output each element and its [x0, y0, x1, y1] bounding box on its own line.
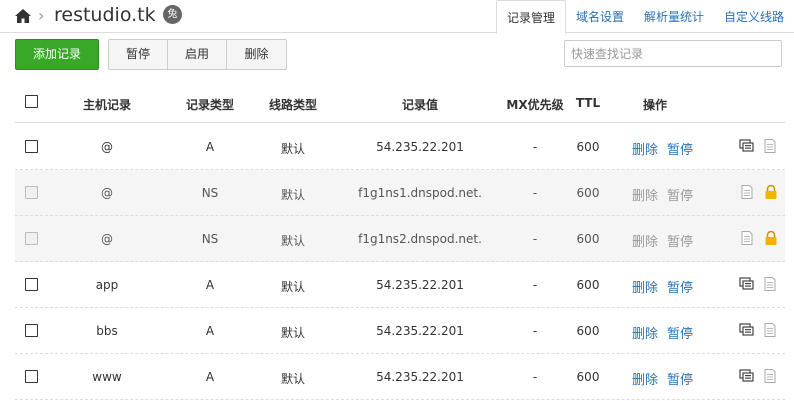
- row-pause-button[interactable]: 暂停: [667, 139, 693, 158]
- row-checkbox[interactable]: [25, 324, 38, 337]
- column-header-mx: MX优先级: [506, 98, 564, 112]
- record-value: f1g1ns1.dnspod.net.: [358, 186, 482, 200]
- row-delete-button[interactable]: 删除: [632, 323, 658, 342]
- record-type: A: [205, 278, 215, 292]
- record-mx: -: [532, 232, 538, 246]
- record-host: @: [101, 140, 113, 154]
- tab-resolution-stats[interactable]: 解析量统计: [634, 0, 714, 34]
- lock-icon: [765, 185, 777, 199]
- bulk-enable-button[interactable]: 启用: [168, 40, 227, 69]
- record-host: @: [101, 232, 113, 246]
- tab-record-management[interactable]: 记录管理: [495, 0, 566, 34]
- tab-bar: 记录管理 域名设置 解析量统计 自定义线路: [495, 0, 794, 34]
- column-header-actions: 操作: [642, 98, 667, 112]
- remark-icon[interactable]: [739, 277, 755, 291]
- domain-title: restudio.tk: [54, 4, 156, 26]
- rabbit-badge-icon[interactable]: 兔: [163, 5, 182, 24]
- note-icon[interactable]: [739, 185, 755, 199]
- tab-custom-lines[interactable]: 自定义线路: [714, 0, 794, 34]
- note-icon[interactable]: [762, 139, 778, 153]
- record-type: NS: [201, 186, 219, 200]
- record-ttl: 600: [576, 232, 600, 246]
- row-pause-button: 暂停: [667, 235, 694, 250]
- record-value: f1g1ns2.dnspod.net.: [358, 232, 482, 246]
- record-value: 54.235.22.201: [376, 278, 464, 292]
- record-mx: -: [532, 278, 538, 292]
- column-header-type: 记录类型: [185, 98, 234, 112]
- record-host: @: [101, 186, 113, 200]
- note-icon[interactable]: [739, 231, 755, 245]
- bulk-action-group: 暂停 启用 删除: [108, 39, 287, 70]
- record-value: 54.235.22.201: [376, 140, 464, 154]
- record-line: 默认: [280, 234, 305, 248]
- column-header-value: 记录值: [401, 98, 438, 112]
- record-mx: -: [532, 324, 538, 338]
- row-pause-button[interactable]: 暂停: [667, 369, 693, 388]
- row-delete-button[interactable]: 删除: [632, 277, 658, 296]
- record-ttl: 600: [576, 140, 600, 154]
- table-row: app A 默认 54.235.22.201 - 600 删除 暂停: [15, 262, 785, 308]
- column-header-host: 主机记录: [82, 98, 131, 112]
- home-icon[interactable]: [14, 8, 32, 24]
- row-delete-button: 删除: [632, 189, 659, 204]
- table-row: @ NS 默认 f1g1ns1.dnspod.net. - 600 删除 暂停: [15, 170, 785, 216]
- remark-icon[interactable]: [739, 139, 755, 153]
- add-record-button[interactable]: 添加记录: [15, 39, 99, 70]
- record-line: 默认: [280, 372, 305, 386]
- record-type: A: [205, 140, 215, 154]
- lock-icon: [765, 231, 777, 245]
- table-row: bbs A 默认 54.235.22.201 - 600 删除 暂停: [15, 308, 785, 354]
- record-host: bbs: [96, 324, 118, 338]
- record-type: A: [205, 370, 215, 384]
- remark-icon[interactable]: [739, 369, 755, 383]
- record-host: www: [92, 370, 122, 384]
- record-ttl: 600: [576, 324, 600, 338]
- table-header: 主机记录 记录类型 线路类型 记录值 MX优先级 TTL 操作: [15, 85, 785, 123]
- table-row: www A 默认 54.235.22.201 - 600 删除 暂停: [15, 354, 785, 400]
- row-delete-button[interactable]: 删除: [632, 369, 658, 388]
- select-all-checkbox[interactable]: [25, 95, 38, 108]
- row-checkbox[interactable]: [25, 278, 38, 291]
- row-delete-button: 删除: [632, 235, 659, 250]
- search-input[interactable]: [564, 40, 782, 67]
- note-icon[interactable]: [762, 277, 778, 291]
- column-header-line: 线路类型: [268, 98, 317, 112]
- record-host: app: [95, 278, 119, 292]
- record-value: 54.235.22.201: [376, 370, 464, 384]
- record-ttl: 600: [576, 186, 600, 200]
- record-type: NS: [201, 232, 219, 246]
- row-pause-button[interactable]: 暂停: [667, 277, 693, 296]
- remark-icon[interactable]: [739, 323, 755, 337]
- page-header: › restudio.tk 兔 记录管理 域名设置 解析量统计 自定义线路: [0, 0, 794, 34]
- table-row: @ NS 默认 f1g1ns2.dnspod.net. - 600 删除 暂停: [15, 216, 785, 262]
- record-line: 默认: [280, 326, 305, 340]
- record-line: 默认: [280, 280, 305, 294]
- table-row: @ A 默认 54.235.22.201 - 600 删除 暂停: [15, 124, 785, 170]
- breadcrumb-separator-icon: ›: [38, 6, 45, 25]
- record-mx: -: [532, 370, 538, 384]
- row-checkbox[interactable]: [25, 140, 38, 153]
- row-checkbox: [25, 232, 38, 245]
- row-delete-button[interactable]: 删除: [632, 139, 658, 158]
- column-header-ttl: TTL: [575, 96, 601, 110]
- record-value: 54.235.22.201: [376, 324, 464, 338]
- row-pause-button: 暂停: [667, 189, 694, 204]
- bulk-delete-button[interactable]: 删除: [227, 40, 286, 69]
- record-line: 默认: [280, 142, 305, 156]
- note-icon[interactable]: [762, 323, 778, 337]
- row-pause-button[interactable]: 暂停: [667, 323, 693, 342]
- record-type: A: [205, 324, 215, 338]
- record-mx: -: [532, 140, 538, 154]
- bulk-pause-button[interactable]: 暂停: [109, 40, 168, 69]
- record-ttl: 600: [576, 278, 600, 292]
- row-checkbox[interactable]: [25, 370, 38, 383]
- record-mx: -: [532, 186, 538, 200]
- record-line: 默认: [280, 188, 305, 202]
- tab-domain-settings[interactable]: 域名设置: [566, 0, 634, 34]
- record-ttl: 600: [576, 370, 600, 384]
- note-icon[interactable]: [762, 369, 778, 383]
- row-checkbox: [25, 186, 38, 199]
